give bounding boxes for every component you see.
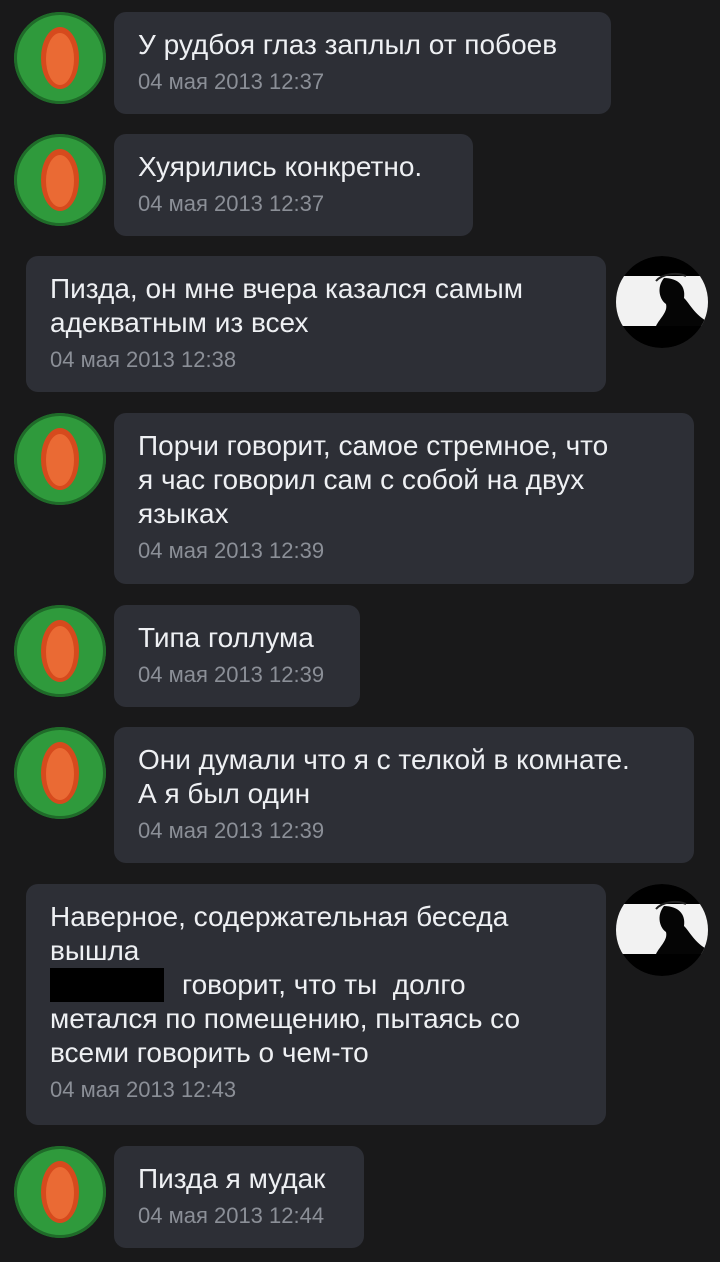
message-timestamp: 04 мая 2013 12:43 [50, 1077, 237, 1102]
contact-avatar[interactable] [14, 134, 106, 226]
message-text: Типа голлума [138, 622, 314, 653]
message-timestamp: 04 мая 2013 12:39 [138, 538, 325, 563]
contact-avatar[interactable] [14, 605, 106, 697]
message-text: Порчи говорит, самое стремное, что я час… [138, 430, 609, 529]
message-text: Хуярились конкретно. [138, 151, 423, 182]
contact-avatar[interactable] [14, 12, 106, 104]
message-text: Пизда, он мне вчера казался самым адеква… [50, 273, 524, 338]
message-text: Наверное, содержательная беседа вышла [50, 901, 509, 966]
message-timestamp: 04 мая 2013 12:44 [138, 1203, 325, 1228]
message-text: Пизда я мудак [138, 1163, 326, 1194]
message-timestamp: 04 мая 2013 12:39 [138, 818, 325, 843]
message-timestamp: 04 мая 2013 12:38 [50, 347, 237, 372]
message-bubble[interactable]: Они думали что я с телкой в комнате. А я… [114, 727, 694, 863]
message-timestamp: 04 мая 2013 12:39 [138, 662, 325, 687]
chat-window: У рудбоя глаз заплыл от побоев 04 мая 20… [0, 0, 720, 1262]
contact-avatar[interactable] [14, 727, 106, 819]
message-text-line: говорит, что ты долго [50, 968, 582, 1002]
message-text: У рудбоя глаз заплыл от побоев [138, 29, 558, 60]
message-text: говорит, что ты долго [182, 969, 466, 1000]
message-bubble[interactable]: Пизда я мудак 04 мая 2013 12:44 [114, 1146, 364, 1248]
message-text: Они думали что я с телкой в комнате. А я… [138, 744, 630, 809]
message-timestamp: 04 мая 2013 12:37 [138, 191, 325, 216]
message-bubble[interactable]: Типа голлума 04 мая 2013 12:39 [114, 605, 360, 707]
contact-avatar[interactable] [14, 1146, 106, 1238]
message-timestamp: 04 мая 2013 12:37 [138, 69, 325, 94]
message-bubble[interactable]: У рудбоя глаз заплыл от побоев 04 мая 20… [114, 12, 611, 114]
redaction-bar [50, 968, 164, 1002]
message-bubble[interactable]: Хуярились конкретно. 04 мая 2013 12:37 [114, 134, 473, 236]
contact-avatar[interactable] [14, 413, 106, 505]
message-bubble[interactable]: Порчи говорит, самое стремное, что я час… [114, 413, 694, 584]
message-bubble[interactable]: Наверное, содержательная беседа вышла го… [26, 884, 606, 1125]
message-text: метался по помещению, пытаясь со всеми г… [50, 1003, 521, 1068]
message-bubble[interactable]: Пизда, он мне вчера казался самым адеква… [26, 256, 606, 392]
user-avatar[interactable] [616, 256, 708, 348]
user-avatar[interactable] [616, 884, 708, 976]
